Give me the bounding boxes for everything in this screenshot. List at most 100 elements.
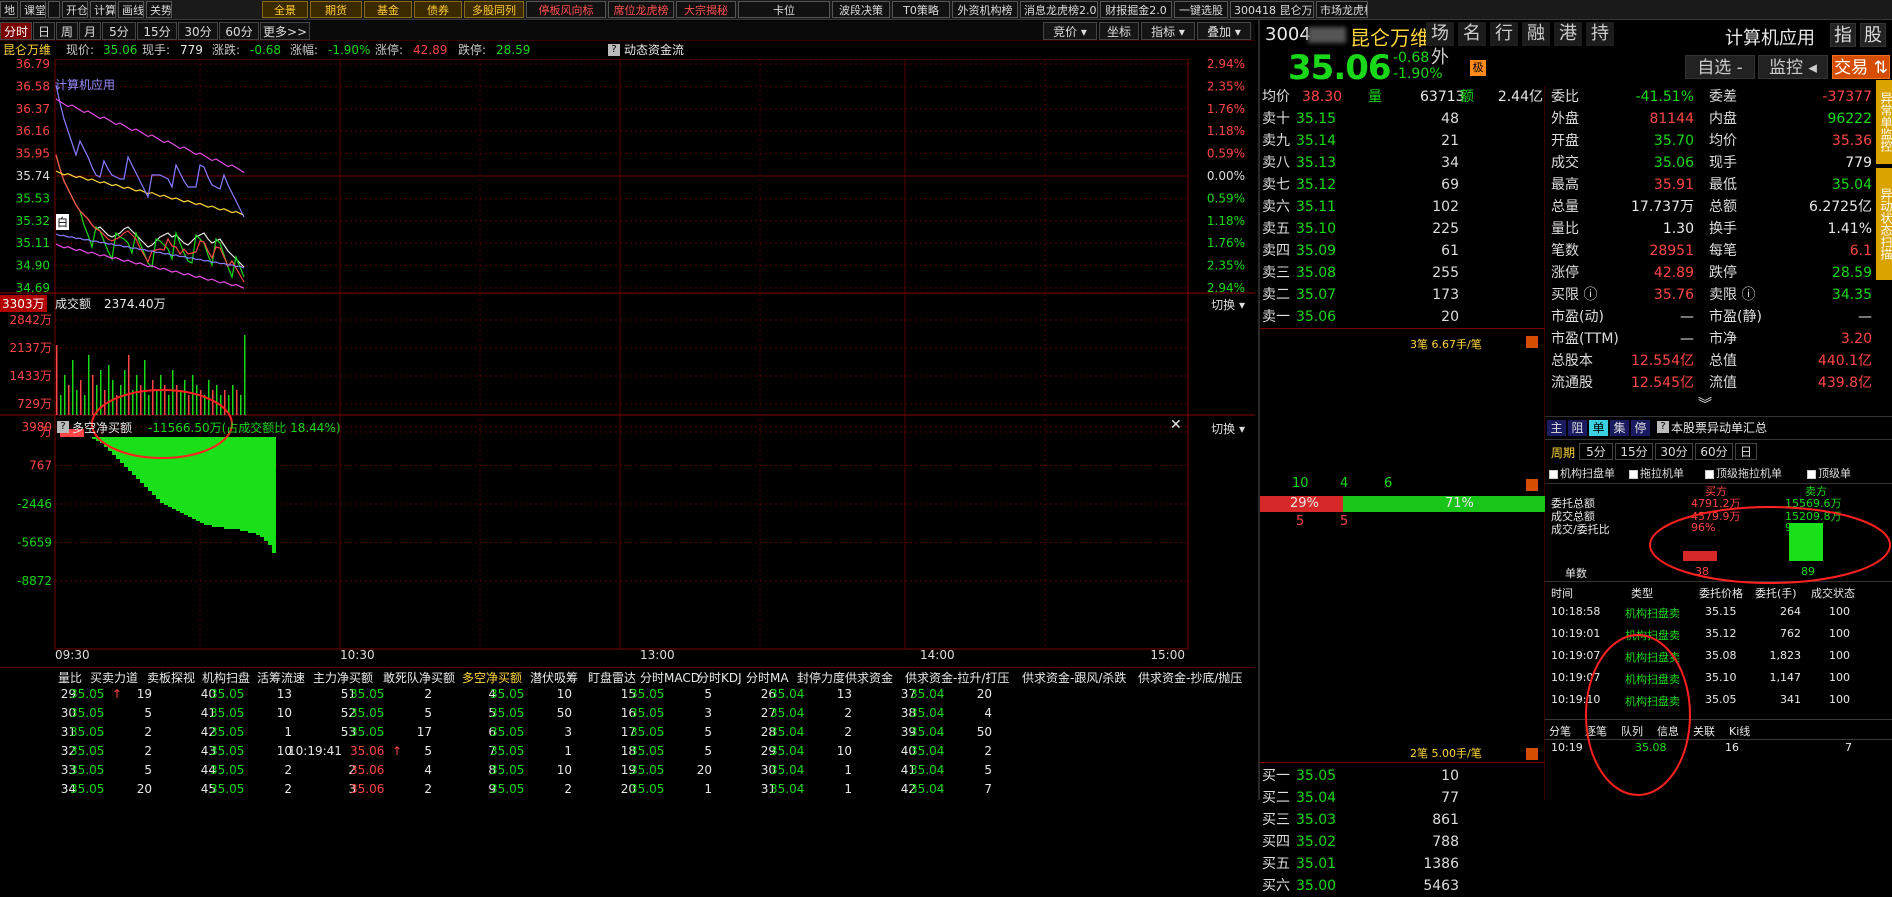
indicator-button[interactable]: 指标 ▾ <box>1141 22 1195 40</box>
stock-name: 昆仑万维 <box>3 43 52 57</box>
toolbar-item[interactable]: 全景 <box>262 1 308 18</box>
volume-bar <box>224 390 226 415</box>
price-tick-label: 36.79 <box>16 59 50 71</box>
period-15min[interactable]: 15分 <box>137 22 177 40</box>
tick-volume: 2 <box>284 782 292 796</box>
tick-price: 35.05 <box>490 763 525 777</box>
indicator-tab[interactable]: 供求资金-跟风/杀跌 <box>1022 669 1126 686</box>
buy-level-label: 买三 <box>1262 812 1290 828</box>
toolbar-item[interactable]: 300418 昆仑万维 <box>1230 1 1314 18</box>
period-month[interactable]: 月 <box>79 22 101 40</box>
indicator-tab[interactable]: 机构扫盘 <box>202 669 250 686</box>
overlay-button[interactable]: 叠加 ▾ <box>1197 22 1251 40</box>
net-negative-bar <box>172 437 176 509</box>
period-fenshi[interactable]: 分时 <box>0 22 32 40</box>
toolbar-left-button[interactable]: 计算 <box>90 1 116 18</box>
toolbar-left-button[interactable] <box>48 1 60 18</box>
net-negative-bar <box>148 437 152 491</box>
period-5min[interactable]: 5分 <box>102 22 136 40</box>
volume-bar <box>236 390 238 415</box>
period-day[interactable]: 日 <box>33 22 55 40</box>
net-switch-button[interactable]: 切换 ▾ <box>1211 420 1245 437</box>
toolbar-left-button[interactable]: 关势 <box>146 1 172 18</box>
indicator-tab[interactable]: 分时KDJ <box>697 669 742 686</box>
indicator-tab[interactable]: 活筹流速 <box>257 669 305 686</box>
toolbar-item[interactable]: 期货 <box>310 1 362 18</box>
indicator-tab[interactable]: 分时MACD <box>640 669 700 686</box>
toolbar-item[interactable]: 停板风向标 <box>526 1 606 18</box>
toolbar-item[interactable]: 债券 <box>414 1 462 18</box>
toolbar-item[interactable]: 基金 <box>364 1 412 18</box>
indicator-tab[interactable]: 潜伏吸筹 <box>530 669 578 686</box>
indicator-tab[interactable]: 主力净买额 <box>313 669 373 686</box>
volume-switch-button[interactable]: 切换 ▾ <box>1211 296 1245 313</box>
volume-bar <box>140 385 142 415</box>
help-icon[interactable]: ? <box>57 421 69 433</box>
auction-button[interactable]: 竞价 ▾ <box>1043 22 1097 40</box>
toolbar-item[interactable]: 卡位 <box>738 1 830 18</box>
indicator-tab[interactable]: 封停力度 <box>797 669 845 686</box>
tick-price: 35.05 <box>210 706 245 720</box>
tick-price: 35.05 <box>350 725 385 739</box>
net-negative-bar <box>252 437 256 533</box>
indicator-tab[interactable]: 卖板探视 <box>147 669 195 686</box>
toolbar-left-button[interactable]: 画线 <box>118 1 144 18</box>
net-negative-bar <box>152 437 156 495</box>
indicator-tab[interactable]: 盯盘雷达 <box>588 669 636 686</box>
indicator-tab[interactable]: 供求资金 <box>845 669 893 686</box>
coordinate-button[interactable]: 坐标 <box>1099 22 1139 40</box>
toolbar-item[interactable]: 消息龙虎榜2.0 <box>1020 1 1098 18</box>
pct-tick-label: 2.35% <box>1207 259 1245 273</box>
close-icon[interactable]: ✕ <box>1170 417 1182 433</box>
toolbar-left-button[interactable]: 课堂 <box>20 1 46 18</box>
volume-bar <box>64 375 66 415</box>
indicator-tab[interactable]: 多空净买额 <box>462 669 522 686</box>
net-negative-bar <box>232 437 236 529</box>
overlay-index-label: 计算机应用 <box>55 78 116 92</box>
toolbar-item[interactable]: 大宗揭秘 <box>676 1 736 18</box>
toolbar-item[interactable]: T0策略 <box>892 1 950 18</box>
toolbar-left-button[interactable]: 开仓 <box>62 1 88 18</box>
toolbar-item[interactable]: 席位龙虎榜 <box>608 1 674 18</box>
indicator-tab[interactable]: 分时MA <box>746 669 789 686</box>
toolbar-left-button[interactable]: 地 <box>0 1 18 18</box>
period-more[interactable]: 更多>> <box>260 22 310 40</box>
help-icon[interactable]: ? <box>608 44 620 56</box>
tick-volume: 7 <box>984 782 992 796</box>
price-tick-label: 36.16 <box>16 124 50 138</box>
time-axis-label: 13:00 <box>640 648 675 662</box>
toolbar-item[interactable]: 市场龙虎榜 <box>1316 1 1368 18</box>
tick-volume: 2 <box>144 725 152 739</box>
period-week[interactable]: 周 <box>56 22 78 40</box>
toolbar-item[interactable]: 波段决策 <box>832 1 890 18</box>
volume-bar <box>60 395 62 415</box>
tick-price: 35.05 <box>630 744 665 758</box>
tick-price: 35.05 <box>630 782 665 796</box>
indicator-tab[interactable]: 敢死队净买额 <box>383 669 455 686</box>
toolbar-item[interactable]: 多股同列 <box>464 1 524 18</box>
volume-top-value: 3303万 <box>0 295 47 312</box>
net-negative-bar <box>256 437 260 535</box>
net-negative-bar <box>160 437 164 503</box>
toolbar-item[interactable]: 一键选股 <box>1174 1 1228 18</box>
tick-price: 35.04 <box>910 687 945 701</box>
period-toolbar: 分时 日 周 月 5分 15分 30分 60分 更多>> 竞价 ▾ 坐标 指标 … <box>0 21 1255 41</box>
tick-price: 35.05 <box>630 725 665 739</box>
volume-tick-label: 1433万 <box>9 369 52 383</box>
indicator-tab[interactable]: 供求资金-拉升/打压 <box>905 669 1009 686</box>
volume-bar <box>188 395 190 415</box>
toolbar-item[interactable]: 外资机构榜 <box>952 1 1018 18</box>
tick-volume: 2 <box>984 744 992 758</box>
net-negative-bar <box>268 437 272 545</box>
indicator-tab[interactable]: 量比 <box>58 669 82 686</box>
net-negative-bar <box>108 437 112 451</box>
period-30min[interactable]: 30分 <box>178 22 218 40</box>
tick-price: 35.05 <box>70 706 105 720</box>
indicator-tab[interactable]: 供求资金-抄底/抛压 <box>1138 669 1242 686</box>
volume-tick-label: 2137万 <box>9 341 52 355</box>
period-60min[interactable]: 60分 <box>219 22 259 40</box>
indicator-tab[interactable]: 买卖力道 <box>90 669 138 686</box>
toolbar-item[interactable]: 财报掘金2.0 <box>1100 1 1172 18</box>
time-axis-label: 14:00 <box>920 648 955 662</box>
tick-price: 35.05 <box>70 744 105 758</box>
